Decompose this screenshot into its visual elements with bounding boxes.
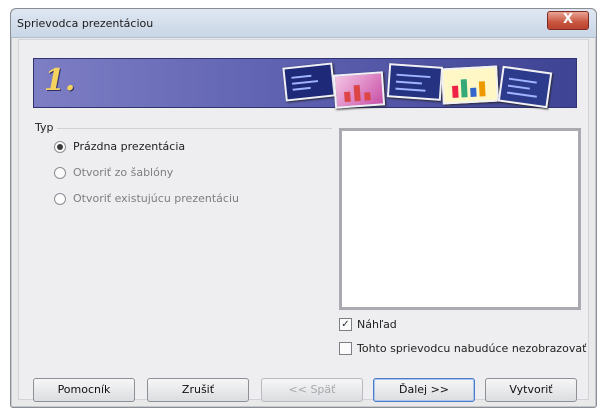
window-title: Sprievodca prezentáciou bbox=[17, 17, 154, 30]
slide-thumbnail-icon bbox=[497, 65, 553, 109]
radio-label: Prázdna prezentácia bbox=[73, 140, 186, 153]
radio-selected-icon bbox=[54, 140, 66, 153]
preview-checkbox[interactable]: ✓ Náhľad bbox=[339, 318, 397, 331]
close-icon: X bbox=[562, 12, 574, 27]
type-group-divider bbox=[37, 128, 332, 129]
create-button[interactable]: Vytvoriť bbox=[485, 378, 577, 402]
radio-label: Otvoriť existujúcu prezentáciu bbox=[73, 192, 239, 205]
back-button[interactable]: << Späť bbox=[261, 378, 363, 402]
slide-thumbnail-icon bbox=[332, 71, 386, 109]
checkbox-checked-icon: ✓ bbox=[339, 318, 352, 331]
title-bar[interactable]: Sprievodca prezentáciou X bbox=[11, 9, 596, 38]
help-button[interactable]: Pomocník bbox=[33, 378, 135, 402]
wizard-content: 1. Typ Prázdna prezentácia Otvoriť zo ša… bbox=[18, 39, 589, 402]
radio-label: Otvoriť zo šablóny bbox=[73, 166, 174, 179]
next-button[interactable]: Ďalej >> bbox=[373, 378, 475, 402]
radio-open-existing[interactable]: Otvoriť existujúcu prezentáciu bbox=[54, 192, 239, 205]
close-button[interactable]: X bbox=[547, 11, 589, 30]
chart-thumbnail-icon bbox=[441, 65, 499, 105]
preview-pane bbox=[339, 128, 581, 310]
radio-unselected-icon bbox=[54, 192, 66, 205]
step-number: 1. bbox=[44, 63, 76, 98]
dont-show-again-label: Tohto sprievodcu nabudúce nezobrazovať bbox=[357, 342, 587, 355]
slide-thumbnail-icon bbox=[282, 62, 336, 102]
radio-empty-presentation[interactable]: Prázdna prezentácia bbox=[54, 140, 185, 153]
wizard-window: Sprievodca prezentáciou X 1. Typ Prázdna… bbox=[10, 8, 597, 408]
slide-thumbnail-icon bbox=[386, 63, 444, 101]
checkbox-unchecked-icon bbox=[339, 342, 352, 355]
cancel-button[interactable]: Zrušiť bbox=[147, 378, 249, 402]
radio-unselected-icon bbox=[54, 166, 66, 179]
radio-from-template[interactable]: Otvoriť zo šablóny bbox=[54, 166, 173, 179]
wizard-banner: 1. bbox=[33, 58, 577, 109]
type-group-label: Typ bbox=[35, 121, 57, 134]
dont-show-again-checkbox[interactable]: Tohto sprievodcu nabudúce nezobrazovať bbox=[339, 342, 586, 355]
preview-checkbox-label: Náhľad bbox=[357, 318, 397, 331]
